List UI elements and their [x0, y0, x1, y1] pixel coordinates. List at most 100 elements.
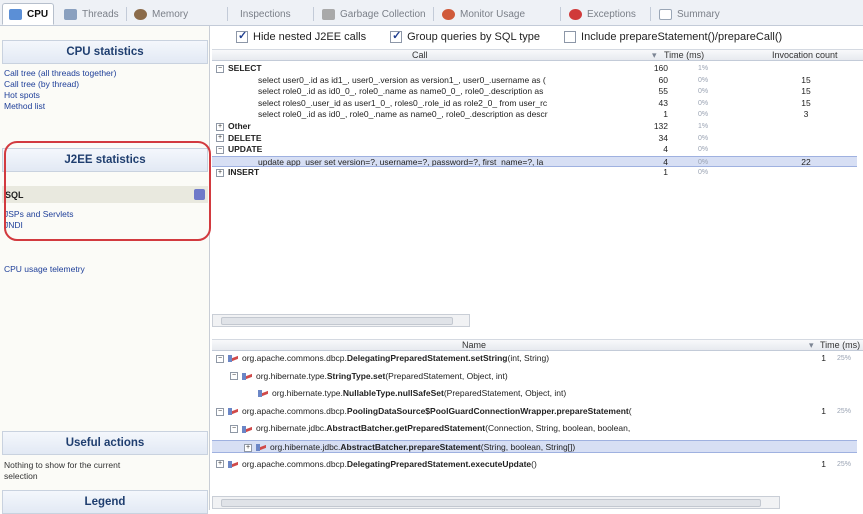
call-text: select role0_.id as id0_0_, role0_.name …: [258, 86, 544, 97]
column-call[interactable]: Call: [412, 50, 428, 61]
time-percent: 0%: [698, 99, 709, 107]
time-value: 60: [658, 74, 668, 85]
link-call-tree-all-threads[interactable]: Call tree (all threads together): [4, 68, 116, 78]
tab-summary[interactable]: Summary: [653, 3, 733, 25]
call-cell: update app_user set version=?, username=…: [258, 157, 616, 166]
link-call-tree-by-thread[interactable]: Call tree (by thread): [4, 79, 79, 89]
collapse-icon[interactable]: −: [230, 372, 238, 381]
expand-icon[interactable]: +: [216, 122, 224, 131]
table-row[interactable]: select role0_.id as id0_, role0_.name as…: [212, 109, 857, 120]
tab-cpu[interactable]: CPU: [2, 3, 54, 25]
tab-exceptions[interactable]: Exceptions: [563, 3, 647, 25]
method-signature: (: [628, 405, 632, 416]
call-cell: select role0_.id as id0_, role0_.name as…: [258, 109, 616, 120]
invocation-count: 15: [801, 97, 811, 108]
tab-monitor-usage[interactable]: Monitor Usage: [436, 3, 532, 25]
tab-inspections[interactable]: Inspections: [240, 3, 300, 25]
call-cell: − UPDATE: [216, 144, 616, 155]
tab-memory[interactable]: Memory: [128, 3, 214, 25]
collapse-icon[interactable]: −: [230, 425, 238, 434]
monitor-usage-icon: [442, 8, 455, 20]
call-text: UPDATE: [228, 144, 263, 155]
time-percent: 0%: [698, 88, 709, 96]
time-percent: 25%: [837, 355, 852, 362]
tree-row[interactable]: − org.apache.commons.dbcp.DelegatingPrepa…: [212, 352, 857, 365]
include-prepare-statement-checkbox[interactable]: Include prepareStatement()/prepareCall(): [564, 31, 782, 43]
invocation-count: 3: [803, 109, 809, 120]
table-row[interactable]: − SELECT 160 1%: [212, 63, 857, 74]
time-percent: 0%: [698, 134, 709, 142]
column-time[interactable]: Time (ms): [664, 50, 704, 61]
time-percent: 1%: [698, 123, 709, 130]
tree-row[interactable]: + org.apache.commons.dbcp.DelegatingPrepa…: [212, 458, 857, 471]
method-call-icon: [228, 407, 238, 416]
tree-row[interactable]: − org.apache.commons.dbcp.PoolingDataSour…: [212, 405, 857, 418]
time-value: 43: [658, 97, 668, 108]
column-time[interactable]: Time (ms): [820, 340, 860, 351]
upper-horizontal-scrollbar[interactable]: [212, 314, 470, 327]
tree-row[interactable]: + org.hibernate.jdbc.AbstractBatcher.prep…: [212, 440, 857, 453]
table-row[interactable]: select role0_.id as id0_0_, role0_.name …: [212, 86, 857, 97]
column-name[interactable]: Name: [462, 340, 486, 351]
table-row[interactable]: − UPDATE 4 0%: [212, 144, 857, 155]
call-cell: + INSERT: [216, 167, 616, 178]
tree-row[interactable]: − org.hibernate.type.StringType.set(Prepa…: [212, 370, 857, 383]
expand-icon[interactable]: +: [216, 460, 224, 469]
method-call-icon: [258, 389, 268, 398]
expand-icon[interactable]: +: [216, 169, 224, 178]
view-sidebar: CPU statistics Call tree (all threads to…: [0, 26, 210, 514]
table-row[interactable]: + Other 132 1%: [212, 121, 857, 132]
table-row[interactable]: select user0_.id as id1_, user0_.version…: [212, 75, 857, 86]
expand-icon[interactable]: +: [216, 134, 224, 143]
link-hot-spots[interactable]: Hot spots: [4, 90, 40, 100]
call-text: INSERT: [228, 167, 260, 178]
useful-actions-header: Useful actions: [2, 431, 208, 455]
tab-separator: [126, 7, 127, 21]
time-percent: 0%: [698, 158, 709, 166]
tree-row[interactable]: org.hibernate.type.NullableType.nullSafe…: [212, 387, 857, 400]
call-text: SELECT: [228, 63, 262, 73]
table-row[interactable]: + DELETE 34 0%: [212, 133, 857, 144]
summary-icon: [659, 8, 672, 20]
method-call-icon: [228, 460, 238, 469]
view-options-bar: Hide nested J2EE calls Group queries by …: [212, 26, 863, 48]
table-row[interactable]: update app_user set version=?, username=…: [212, 155, 857, 167]
method-name: DelegatingPreparedStatement.executeUpdat…: [346, 458, 532, 469]
call-cell: select user0_.id as id1_, user0_.version…: [258, 75, 616, 86]
time-value: 160: [653, 63, 668, 73]
method-signature: (): [531, 458, 537, 469]
collapse-icon[interactable]: −: [216, 407, 224, 416]
method-package: org.apache.commons.dbcp.: [242, 458, 347, 469]
tab-threads[interactable]: Threads: [58, 3, 124, 25]
method-call-icon: [242, 425, 252, 434]
time-value: 1: [821, 405, 826, 416]
link-method-list[interactable]: Method list: [4, 101, 45, 111]
collapse-icon[interactable]: −: [216, 354, 224, 363]
table-row[interactable]: select roles0_.user_id as user1_0_, role…: [212, 98, 857, 109]
method-name: NullableType.nullSafeSet: [342, 388, 444, 399]
method-call-icon: [228, 354, 238, 363]
collapse-icon[interactable]: −: [216, 145, 224, 154]
hide-nested-j2ee-checkbox[interactable]: Hide nested J2EE calls: [236, 29, 366, 43]
tab-garbage-collection[interactable]: Garbage Collection: [316, 3, 430, 25]
expand-icon[interactable]: +: [244, 443, 252, 452]
method-package: org.hibernate.type.: [272, 388, 343, 399]
scrollbar-thumb[interactable]: [221, 317, 453, 325]
method-package: org.apache.commons.dbcp.: [242, 405, 347, 416]
column-invocation-count[interactable]: Invocation count: [772, 50, 838, 61]
method-name: StringType.set: [326, 370, 386, 381]
link-cpu-usage-telemetry[interactable]: CPU usage telemetry: [4, 264, 85, 274]
time-percent: 25%: [837, 460, 852, 468]
method-package: org.apache.commons.dbcp.: [242, 353, 347, 363]
table-row[interactable]: + INSERT 1 0%: [212, 167, 857, 178]
group-queries-checkbox[interactable]: Group queries by SQL type: [390, 29, 540, 43]
tree-row[interactable]: − org.hibernate.jdbc.AbstractBatcher.getP…: [212, 422, 857, 435]
time-percent: 25%: [837, 407, 852, 415]
collapse-icon[interactable]: −: [216, 64, 224, 73]
tab-separator: [433, 7, 434, 21]
lower-horizontal-scrollbar[interactable]: [212, 496, 780, 509]
sql-view: Hide nested J2EE calls Group queries by …: [212, 26, 863, 510]
cpu-icon: [9, 8, 22, 20]
scrollbar-thumb[interactable]: [221, 499, 761, 507]
time-value: 1: [821, 353, 826, 363]
